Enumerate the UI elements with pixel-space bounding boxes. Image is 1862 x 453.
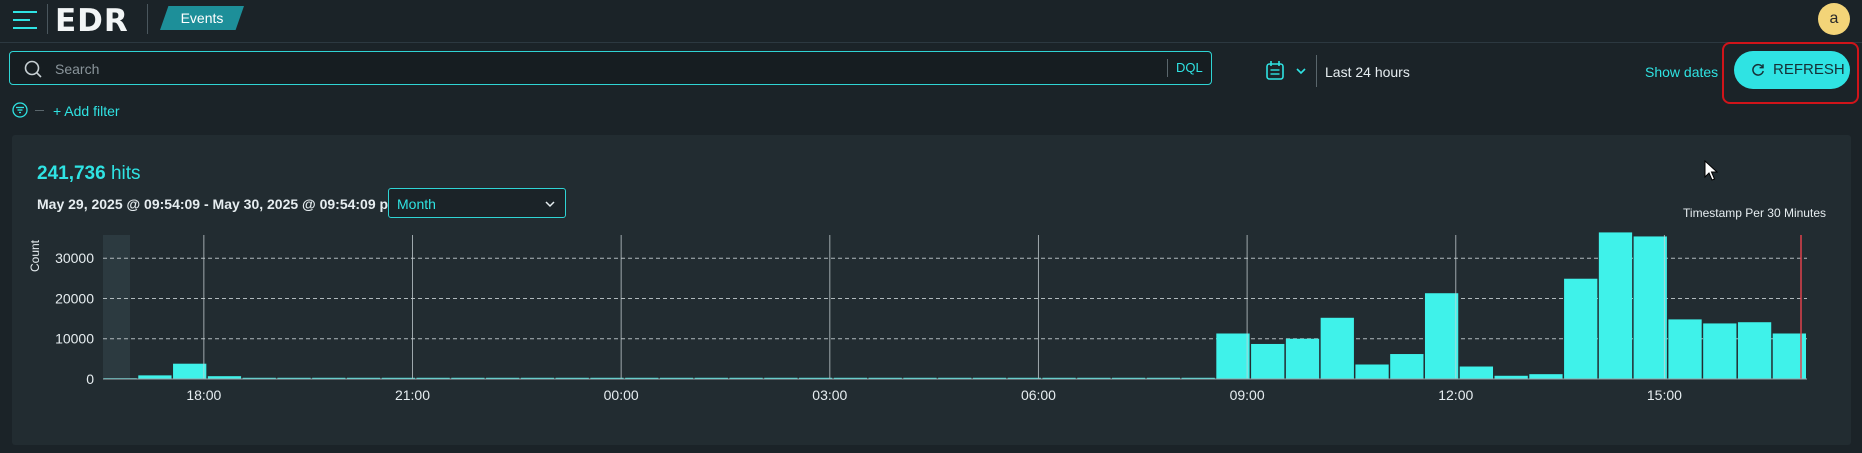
dql-toggle[interactable]: DQL (1176, 60, 1203, 75)
divider (147, 4, 148, 34)
search-bar[interactable]: DQL (9, 51, 1212, 85)
user-avatar[interactable]: a (1818, 3, 1850, 35)
show-dates-link[interactable]: Show dates (1645, 64, 1718, 80)
date-range-text: May 29, 2025 @ 09:54:09 - May 30, 2025 @… (37, 196, 402, 212)
divider (1316, 55, 1317, 87)
date-picker-button[interactable] (1264, 59, 1308, 85)
interval-value: Month (397, 196, 436, 212)
chevron-down-icon (545, 201, 555, 208)
calendar-icon (1266, 61, 1306, 80)
hits-summary: 241,736 hits (37, 163, 141, 185)
divider (35, 110, 44, 111)
add-filter-button[interactable]: + Add filter (53, 103, 120, 119)
hits-count: 241,736 (37, 163, 106, 184)
highlight-annotation (1722, 42, 1859, 104)
top-bar: EDR Events a (0, 0, 1862, 43)
search-icon (24, 60, 42, 78)
app-logo: EDR (55, 3, 129, 39)
hamburger-icon[interactable] (12, 8, 38, 32)
divider (1167, 59, 1168, 77)
chevron-down-icon (1296, 68, 1306, 75)
tab-events[interactable]: Events (160, 6, 244, 30)
search-input[interactable] (53, 57, 1157, 81)
filter-icon[interactable] (12, 102, 28, 118)
interval-select[interactable]: Month (388, 188, 566, 218)
hits-label: hits (110, 163, 141, 184)
histogram-panel (12, 135, 1851, 445)
mouse-pointer-icon (1704, 160, 1718, 181)
time-range-label[interactable]: Last 24 hours (1325, 64, 1410, 80)
divider (47, 4, 48, 34)
